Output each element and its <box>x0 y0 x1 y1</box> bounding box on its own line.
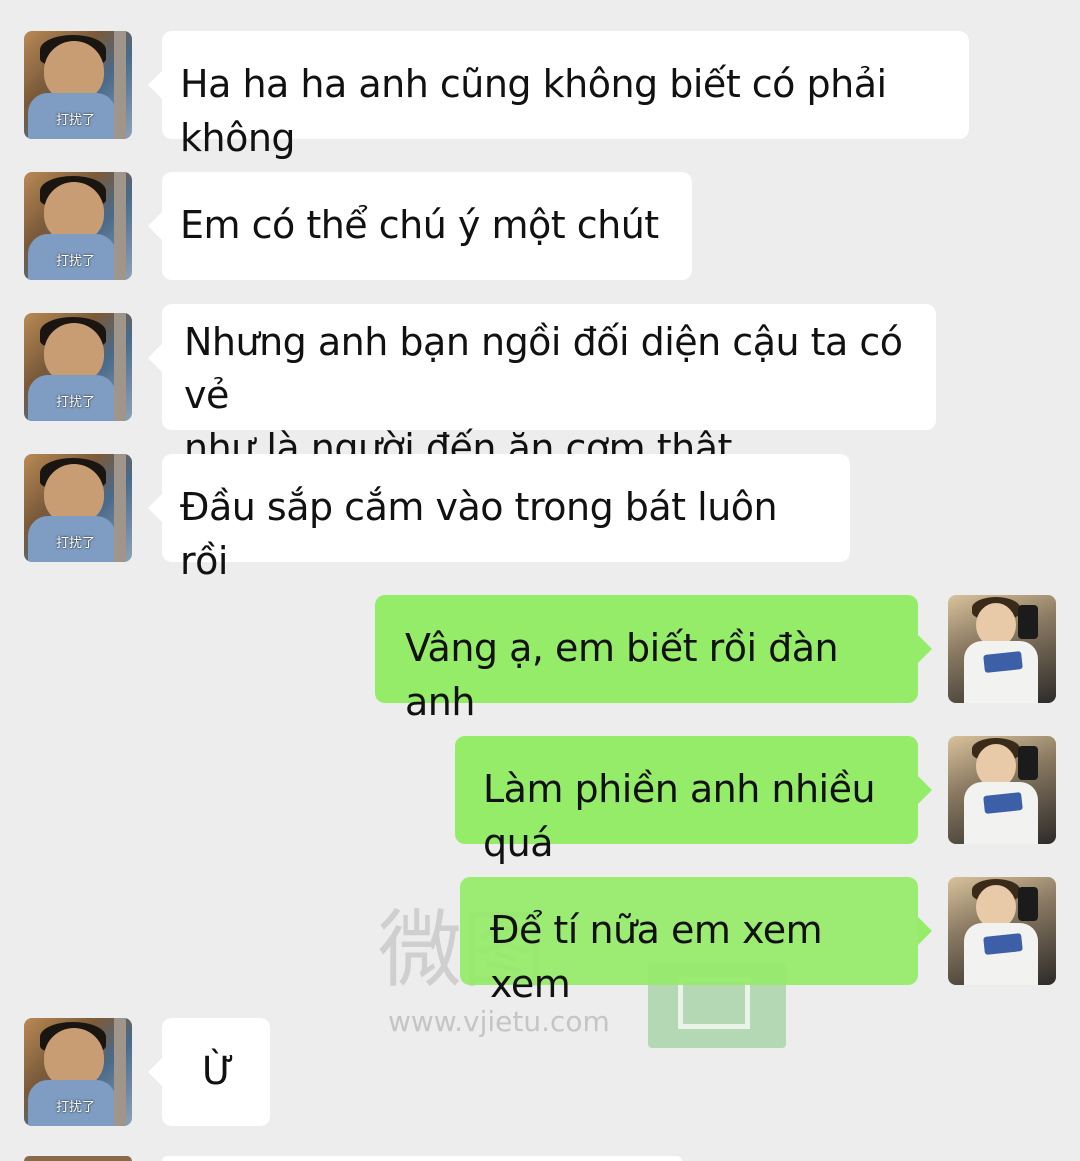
message-row-self: Vâng ạ, em biết rồi đàn anh <box>0 595 1080 724</box>
message-bubble-self[interactable]: Vâng ạ, em biết rồi đàn anh <box>375 595 932 724</box>
avatar-door <box>114 1018 126 1126</box>
avatar-other[interactable]: 打扰了 <box>24 31 132 139</box>
avatar-shirt <box>964 782 1038 844</box>
avatar-shirt <box>964 923 1038 985</box>
avatar-other[interactable]: 打扰了 <box>24 313 132 421</box>
avatar-door <box>114 172 126 280</box>
avatar-face <box>44 41 104 101</box>
avatar-face <box>44 1028 104 1088</box>
avatar-phone <box>1018 605 1038 639</box>
message-row-self: Làm phiền anh nhiều quá <box>0 736 1080 865</box>
next-message-partial <box>24 1156 1056 1161</box>
message-bubble-other[interactable]: Ừ <box>148 1018 270 1126</box>
avatar-self[interactable] <box>948 595 1056 703</box>
message-bubble-self[interactable]: Để tí nữa em xem xem <box>460 877 932 1006</box>
message-row-other: 打扰了 Nhưng anh bạn ngồi đối diện cậu ta c… <box>0 304 1080 470</box>
avatar-caption: 打扰了 <box>56 395 96 410</box>
avatar-shirt <box>964 641 1038 703</box>
avatar-other[interactable]: 打扰了 <box>24 172 132 280</box>
avatar-face <box>44 464 104 524</box>
avatar-other[interactable]: 打扰了 <box>24 1018 132 1126</box>
avatar-caption: 打扰了 <box>56 1100 96 1115</box>
avatar-caption: 打扰了 <box>56 536 96 551</box>
message-row-other: 打扰了 Ha ha ha anh cũng không biết có phải… <box>0 31 1080 160</box>
message-bubble-self[interactable]: Làm phiền anh nhiều quá <box>455 736 932 865</box>
message-row-self: Để tí nữa em xem xem <box>0 877 1080 1006</box>
message-row-other: 打扰了 Em có thể chú ý một chút <box>0 172 1080 280</box>
avatar-face <box>44 323 104 383</box>
avatar-phone <box>1018 887 1038 921</box>
avatar-door <box>114 31 126 139</box>
avatar-caption: 打扰了 <box>56 113 96 128</box>
avatar-self[interactable] <box>948 877 1056 985</box>
message-row-other: 打扰了 Ừ <box>0 1018 1080 1126</box>
message-row-other: 打扰了 Đầu sắp cắm vào trong bát luôn rồi <box>0 454 1080 583</box>
message-bubble-other[interactable]: Em có thể chú ý một chút <box>148 172 692 280</box>
avatar-face <box>44 182 104 242</box>
avatar-other-partial <box>24 1156 132 1161</box>
message-bubble-partial <box>162 1156 682 1161</box>
message-bubble-other[interactable]: Đầu sắp cắm vào trong bát luôn rồi <box>148 454 850 583</box>
avatar-other[interactable]: 打扰了 <box>24 454 132 562</box>
avatar-door <box>114 313 126 421</box>
message-bubble-other[interactable]: Ha ha ha anh cũng không biết có phải khô… <box>148 31 969 160</box>
message-bubble-other[interactable]: Nhưng anh bạn ngồi đối diện cậu ta có vẻ… <box>148 304 936 470</box>
avatar-phone <box>1018 746 1038 780</box>
avatar-caption: 打扰了 <box>56 254 96 269</box>
avatar-self[interactable] <box>948 736 1056 844</box>
avatar-door <box>114 454 126 562</box>
chat-view: 打扰了 Ha ha ha anh cũng không biết có phải… <box>0 0 1080 1161</box>
